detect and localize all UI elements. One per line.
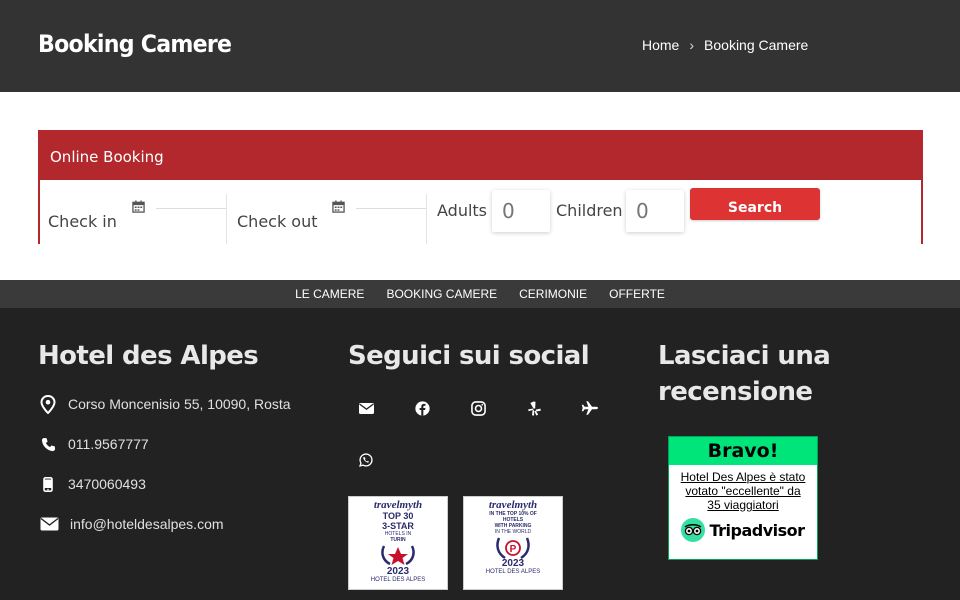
travelmyth-logo: traveltravelmythmyth	[373, 499, 423, 511]
travelmyth-badge-parking[interactable]: traveltravelmythmyth IN THE TOP 10% OF H…	[463, 496, 563, 590]
social-title: Seguici sui social	[348, 341, 590, 371]
calendar-icon[interactable]	[132, 200, 145, 213]
breadcrumb: Home › Booking Camere	[642, 37, 808, 53]
breadcrumb-current: Booking Camere	[704, 37, 809, 53]
children-label: Children	[556, 201, 623, 220]
checkout-date-input[interactable]	[356, 208, 426, 209]
adults-label: Adults	[437, 201, 488, 220]
search-button[interactable]: Search	[690, 188, 820, 220]
review-title: Lasciaci una recensione	[658, 341, 831, 407]
calendar-icon[interactable]	[332, 200, 345, 213]
travelmyth-badge-top30[interactable]: traveltravelmythmyth TOP 30 3-STAR HOTEL…	[348, 496, 448, 590]
badge-line: TOP 30	[382, 511, 414, 521]
phone-row: 011.9567777	[38, 434, 149, 454]
tripadvisor-owl-icon	[681, 518, 706, 542]
badge-hotel-name: HOTEL DES ALPES	[370, 577, 426, 583]
address-row: Corso Moncenisio 55, 10090, Rosta	[38, 394, 291, 414]
checkin-label: Check in	[48, 212, 117, 231]
checkin-date-input[interactable]	[156, 208, 226, 209]
nav-item-booking-camere[interactable]: BOOKING CAMERE	[386, 287, 497, 301]
page-header: Booking Camere Home › Booking Camere	[0, 0, 960, 92]
phone-text[interactable]: 011.9567777	[68, 436, 149, 452]
map-pin-icon	[38, 394, 58, 414]
laurel-icon	[378, 544, 418, 566]
breadcrumb-home-link[interactable]: Home	[642, 37, 679, 53]
address-text: Corso Moncenisio 55, 10090, Rosta	[68, 396, 291, 412]
plane-icon[interactable]	[572, 390, 608, 426]
instagram-icon[interactable]	[460, 390, 496, 426]
tripadvisor-logo[interactable]: Tripadvisor	[669, 518, 817, 542]
nav-item-offerte[interactable]: OFFERTE	[609, 287, 665, 301]
email-row: info@hoteldesalpes.com	[38, 514, 224, 534]
yelp-icon[interactable]	[516, 390, 552, 426]
children-input[interactable]	[626, 190, 684, 232]
travelmyth-logo: traveltravelmythmyth	[488, 499, 538, 511]
mobile-row: 3470060493	[38, 474, 146, 494]
envelope-icon	[38, 514, 60, 534]
footer: Hotel des Alpes Corso Moncenisio 55, 100…	[0, 308, 960, 600]
tripadvisor-logo-text: Tripadvisor	[709, 520, 805, 540]
booking-heading: Online Booking	[40, 132, 921, 180]
nav-item-le-camere[interactable]: LE CAMERE	[295, 287, 364, 301]
booking-form: Check in Check out Adults Children Searc…	[40, 180, 921, 244]
whatsapp-icon[interactable]	[348, 442, 384, 478]
nav-item-cerimonie[interactable]: CERIMONIE	[519, 287, 587, 301]
laurel-icon: P	[493, 536, 533, 560]
mobile-phone-icon	[38, 474, 58, 494]
mobile-text[interactable]: 3470060493	[68, 476, 146, 492]
badge-line: IN THE WORLD	[494, 529, 532, 535]
tripadvisor-widget[interactable]: Bravo! Hotel Des Alpes è stato votato "e…	[668, 436, 818, 560]
badge-year: 2023	[386, 566, 410, 577]
field-divider	[426, 194, 427, 244]
badge-line: TURIN	[390, 537, 406, 543]
page-title: Booking Camere	[38, 30, 232, 58]
booking-widget: Online Booking Check in Check out Adults…	[38, 130, 923, 244]
field-divider	[226, 194, 227, 244]
phone-icon	[38, 434, 58, 454]
footer-nav: LE CAMERE BOOKING CAMERE CERIMONIE OFFER…	[0, 280, 960, 308]
tripadvisor-bravo: Bravo!	[669, 437, 817, 465]
chevron-right-icon: ›	[689, 37, 695, 53]
checkout-label: Check out	[237, 212, 318, 231]
email-text[interactable]: info@hoteldesalpes.com	[70, 516, 224, 532]
facebook-icon[interactable]	[404, 390, 440, 426]
hotel-title: Hotel des Alpes	[38, 341, 259, 371]
envelope-icon[interactable]	[348, 390, 384, 426]
svg-text:P: P	[510, 544, 517, 555]
adults-input[interactable]	[492, 190, 550, 232]
badge-line: 3-STAR	[382, 521, 414, 531]
badge-hotel-name: HOTEL DES ALPES	[485, 569, 541, 575]
tripadvisor-rating-link[interactable]: Hotel Des Alpes è stato votato "eccellen…	[669, 465, 817, 512]
